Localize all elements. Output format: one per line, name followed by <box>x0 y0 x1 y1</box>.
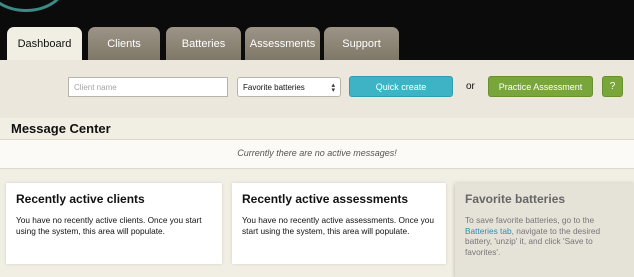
favorite-batteries-select-label: Favorite batteries <box>243 82 305 92</box>
favorite-batteries-select[interactable]: Favorite batteries ▴ ▾ <box>237 77 341 97</box>
batteries-tab-link[interactable]: Batteries tab <box>465 226 512 236</box>
tab-clients[interactable]: Clients <box>88 27 160 60</box>
recent-clients-card: Recently active clients You have no rece… <box>6 183 222 264</box>
practice-assessment-button[interactable]: Practice Assessment <box>488 76 593 97</box>
select-arrows-icon: ▴ ▾ <box>331 82 335 94</box>
help-button[interactable]: ? <box>602 76 623 97</box>
client-name-input[interactable] <box>68 77 228 97</box>
tab-assessments[interactable]: Assessments <box>245 27 320 60</box>
message-center-empty-text: Currently there are no active messages! <box>237 148 397 158</box>
tab-batteries[interactable]: Batteries <box>166 27 241 60</box>
message-center-title: Message Center <box>11 121 111 136</box>
recent-assessments-card: Recently active assessments You have no … <box>232 183 446 264</box>
recent-assessments-text: You have no recently active assessments.… <box>242 215 435 236</box>
recent-assessments-title: Recently active assessments <box>242 192 409 206</box>
favorite-batteries-text-start: To save favorite batteries, go to the <box>465 215 595 225</box>
quick-create-button[interactable]: Quick create <box>349 76 453 97</box>
favorite-batteries-text: To save favorite batteries, go to the Ba… <box>465 215 624 257</box>
tab-support[interactable]: Support <box>324 27 399 60</box>
recent-clients-text: You have no recently active clients. Onc… <box>16 215 202 236</box>
tab-dashboard[interactable]: Dashboard <box>7 27 82 60</box>
favorite-batteries-card: Favorite batteries To save favorite batt… <box>455 183 634 277</box>
or-separator: or <box>466 81 475 92</box>
recent-clients-title: Recently active clients <box>16 192 145 206</box>
logo <box>0 0 66 12</box>
favorite-batteries-title: Favorite batteries <box>465 192 566 206</box>
